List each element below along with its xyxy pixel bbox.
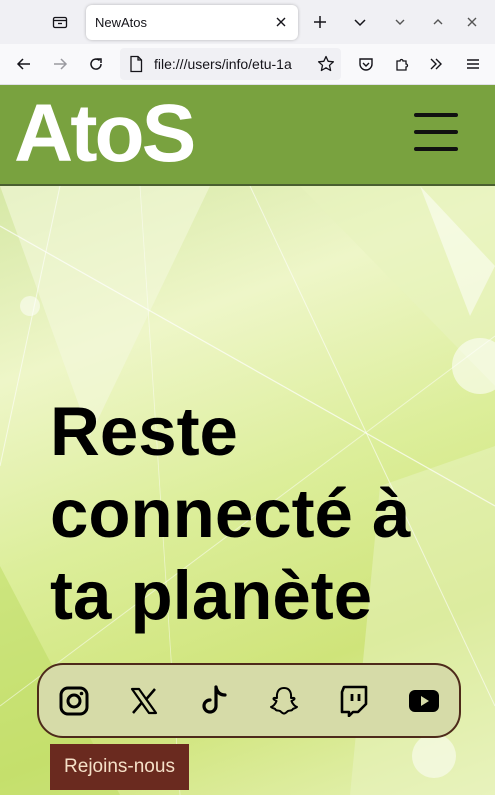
reload-icon [90, 58, 102, 70]
double-chevron-right-icon [430, 58, 442, 70]
bookmark-star-icon[interactable] [317, 55, 335, 73]
hero-title-line: Reste [50, 393, 238, 470]
arrow-right-icon [54, 58, 68, 70]
tab-title: NewAtos [95, 15, 148, 30]
hero-title: Reste connecté à ta planète [50, 391, 470, 637]
youtube-icon [409, 690, 439, 712]
hero-section: Reste connecté à ta planète Rejoins-nous [0, 186, 495, 795]
extensions-button[interactable] [388, 50, 416, 78]
atos-logo[interactable]: AtoS [14, 95, 216, 165]
hamburger-line [414, 113, 458, 117]
maximize-button[interactable] [424, 8, 452, 36]
pocket-icon [359, 58, 373, 71]
youtube-link[interactable] [407, 684, 441, 718]
hamburger-icon [467, 59, 479, 69]
instagram-link[interactable] [57, 684, 91, 718]
url-bar[interactable]: file:///users/info/etu-1a [120, 48, 341, 80]
close-icon [276, 17, 286, 27]
twitch-link[interactable] [337, 684, 371, 718]
hamburger-line [414, 147, 458, 151]
pocket-button[interactable] [352, 50, 380, 78]
minimize-button[interactable] [386, 8, 414, 36]
menu-button[interactable] [410, 109, 462, 155]
tiktok-link[interactable] [197, 684, 231, 718]
list-all-tabs-button[interactable] [346, 8, 374, 36]
url-text[interactable]: file:///users/info/etu-1a [154, 56, 304, 72]
browser-nav-bar: file:///users/info/etu-1a [0, 44, 495, 85]
browser-tab[interactable]: NewAtos [86, 5, 298, 40]
twitch-icon [340, 685, 368, 717]
app-menu-button[interactable] [459, 50, 487, 78]
svg-text:AtoS: AtoS [14, 95, 194, 165]
forward-button[interactable] [46, 50, 74, 78]
arrow-left-icon [16, 58, 30, 70]
social-links-bar [37, 663, 461, 738]
browser-tab-bar: NewAtos [0, 0, 495, 44]
join-button[interactable]: Rejoins-nous [50, 744, 189, 790]
tab-list-button[interactable] [44, 7, 76, 37]
snapchat-icon [270, 687, 298, 715]
snapchat-link[interactable] [267, 684, 301, 718]
chevron-up-icon [433, 19, 443, 25]
instagram-icon [59, 686, 89, 716]
tab-close-button[interactable] [272, 13, 290, 31]
chevron-down-icon [354, 19, 366, 27]
file-icon [130, 55, 143, 73]
hero-title-line: ta planète [50, 557, 373, 634]
tiktok-icon [202, 685, 227, 714]
tab-list-icon [52, 16, 68, 29]
back-button[interactable] [10, 50, 38, 78]
reload-button[interactable] [82, 50, 110, 78]
hamburger-line [414, 130, 458, 134]
web-page: AtoS Reste connecté à ta planète Rejoins… [0, 85, 495, 795]
close-icon [467, 17, 477, 27]
hero-title-line: connecté à [50, 475, 411, 552]
x-link[interactable] [127, 684, 161, 718]
overflow-menu-button[interactable] [422, 50, 450, 78]
new-tab-button[interactable] [306, 8, 334, 36]
plus-icon [314, 16, 326, 28]
site-header: AtoS [0, 85, 495, 186]
puzzle-icon [396, 58, 409, 71]
chevron-down-icon [395, 19, 405, 25]
close-window-button[interactable] [458, 8, 486, 36]
x-icon [130, 687, 158, 715]
